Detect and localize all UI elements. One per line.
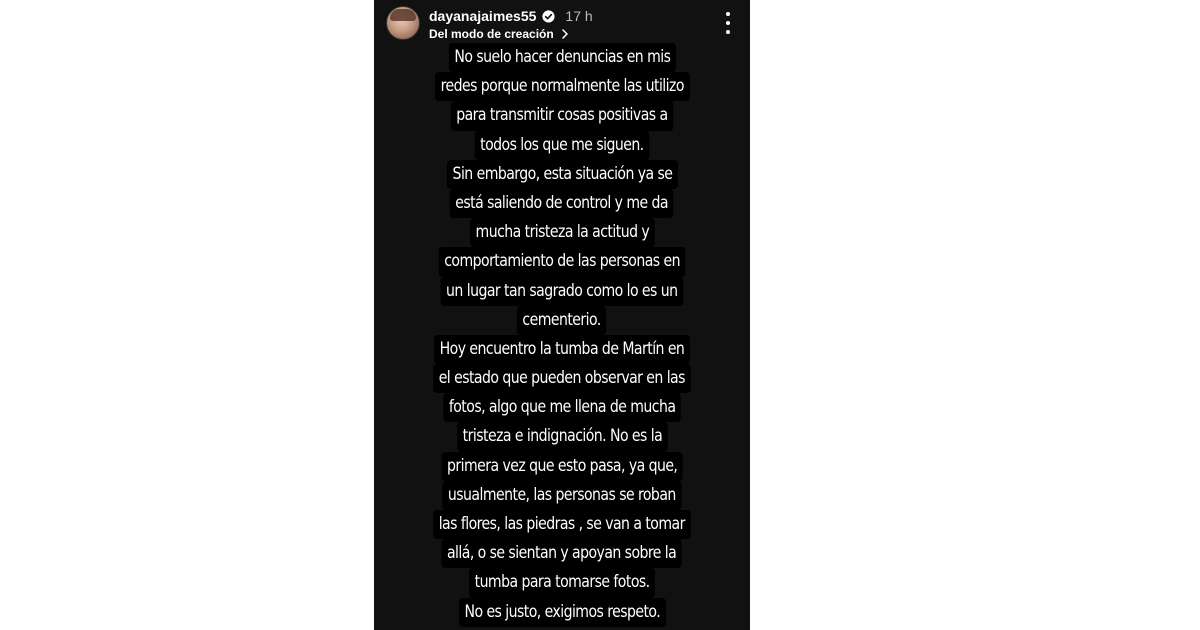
story-text-line: cementerio.	[374, 305, 750, 335]
avatar[interactable]	[386, 6, 420, 40]
story-text-line: redes porque normalmente las utilizo	[374, 71, 750, 102]
story-text-line: todos los que me siguen.	[374, 130, 750, 160]
story-text-line: comportamiento de las personas en	[374, 246, 750, 277]
story-text-line: fotos, algo que me llena de mucha	[374, 392, 750, 423]
story-text-line: Sin embargo, esta situación ya se	[374, 159, 750, 189]
story-text-line: No es justo, exigimos respeto.	[374, 597, 750, 627]
chevron-right-icon	[561, 29, 568, 39]
verified-badge-icon	[542, 9, 555, 23]
story-text-line: las flores, las piedras , se van a tomar	[374, 509, 750, 540]
story-text-line: primera vez que esto pasa, ya que,	[374, 451, 750, 481]
post-time: 17 h	[565, 8, 593, 24]
creation-mode-label: Del modo de creación	[429, 27, 554, 41]
story-text-line: No suelo hacer denuncias en mis	[374, 42, 750, 73]
story-text: No suelo hacer denuncias en mis redes po…	[374, 42, 750, 627]
story-text-line: allá, o se sientan y apoyan sobre la	[374, 538, 750, 569]
instagram-story: dayanajaimes55 17 h Del modo de creación…	[374, 0, 750, 630]
story-text-line: tumba para tomarse fotos.	[374, 567, 750, 598]
story-header: dayanajaimes55 17 h Del modo de creación	[374, 0, 750, 46]
story-text-line: tristeza e indignación. No es la	[374, 421, 750, 452]
story-text-line: está saliendo de control y me da	[374, 188, 750, 219]
story-text-line: mucha tristeza la actitud y	[374, 217, 750, 248]
story-text-line: Hoy encuentro la tumba de Martín en	[374, 334, 750, 365]
story-text-line: para transmitir cosas positivas a	[374, 100, 750, 131]
more-options-icon[interactable]	[720, 12, 736, 34]
story-text-line: un lugar tan sagrado como lo es un	[374, 276, 750, 306]
story-text-line: el estado que pueden observar en las	[374, 363, 750, 394]
username[interactable]: dayanajaimes55	[429, 8, 536, 24]
story-text-line: usualmente, las personas se roban	[374, 480, 750, 511]
user-row: dayanajaimes55 17 h	[429, 8, 593, 24]
creation-mode-row[interactable]: Del modo de creación	[429, 27, 570, 41]
